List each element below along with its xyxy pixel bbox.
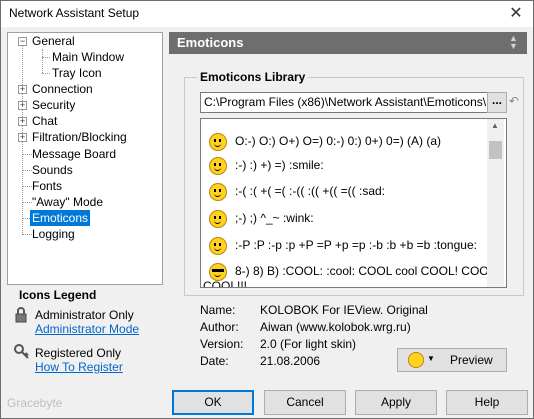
tree-item-security[interactable]: Security (32, 97, 75, 113)
library-path-input[interactable]: C:\Program Files (x86)\Network Assistant… (200, 92, 488, 113)
list-item[interactable]: ;-) ;) ^_~ :wink: (209, 207, 314, 229)
administrator-mode-link[interactable]: Administrator Mode (35, 322, 139, 336)
tree-item-filtration-blocking[interactable]: Filtration/Blocking (32, 129, 127, 145)
author-value: Aiwan (www.kolobok.wrg.ru) (260, 320, 411, 334)
watermark: Gracebyte (7, 396, 63, 410)
date-label: Date: (200, 354, 229, 368)
expand-filtration-icon[interactable]: + (18, 133, 27, 142)
expand-security-icon[interactable]: + (18, 101, 27, 110)
reset-path-icon[interactable]: ↶ (509, 94, 519, 108)
emoticon-codes: :-( :( +( =( :-(( :(( +(( =(( :sad: (235, 184, 385, 198)
browse-button[interactable]: ... (487, 92, 507, 113)
tree-item-main-window[interactable]: Main Window (52, 49, 124, 65)
settings-tree: − General Main Window Tray Icon + Connec… (7, 32, 163, 285)
key-icon (14, 344, 29, 359)
version-label: Version: (200, 337, 244, 351)
tree-item-chat[interactable]: Chat (32, 113, 57, 129)
smile-icon (209, 156, 227, 175)
collapse-arrows-icon[interactable]: ▲ ▼ (509, 34, 518, 51)
close-button[interactable]: ✕ (501, 2, 531, 26)
preview-label: Preview (450, 353, 493, 367)
chevron-down-icon[interactable]: ▼ (427, 354, 435, 363)
apply-button[interactable]: Apply (355, 390, 437, 415)
tree-item-connection[interactable]: Connection (32, 81, 93, 97)
help-button[interactable]: Help (446, 390, 528, 415)
group-title: Emoticons Library (197, 70, 309, 84)
smiley-icon (408, 352, 424, 368)
list-item[interactable]: :-P :P :-p :p +P =P +p =p :-b :b +b =b :… (209, 234, 477, 256)
tongue-smiley-icon (209, 236, 227, 255)
emoticon-codes: ;-) ;) ^_~ :wink: (235, 211, 314, 225)
legend-title: Icons Legend (19, 288, 97, 302)
cancel-button[interactable]: Cancel (264, 390, 346, 415)
emoticon-codes: :-) :) +) =) :smile: (235, 158, 324, 172)
admin-only-label: Administrator Only (35, 308, 134, 322)
tree-item-emoticons[interactable]: Emoticons (30, 210, 91, 226)
emoticon-codes: :-P :P :-p :p +P =P +p =p :-b :b +b =b :… (235, 238, 477, 252)
emoticon-codes: COOL!!! (203, 279, 248, 288)
lock-icon (15, 307, 27, 323)
list-item[interactable]: :-( :( +( =( :-(( :(( +(( =(( :sad: (209, 180, 385, 202)
name-value: KOLOBOK For IEView. Original (260, 303, 428, 317)
scroll-up-icon[interactable]: ▲ (491, 121, 499, 130)
expand-chat-icon[interactable]: + (18, 117, 27, 126)
tree-item-logging[interactable]: Logging (32, 226, 75, 242)
list-item[interactable]: 8-) 8) B) :COOL: :cool: COOL cool COOL! … (209, 260, 502, 282)
list-item[interactable]: O:-) O:) O+) O=) 0:-) 0:) 0+) 0=) (A) (a… (209, 130, 441, 152)
angel-smiley-icon (209, 132, 227, 151)
preview-button[interactable]: ▼ Preview (397, 348, 507, 372)
tree-item-fonts[interactable]: Fonts (32, 178, 62, 194)
wink-smiley-icon (209, 209, 227, 228)
registered-only-label: Registered Only (35, 346, 122, 360)
icons-legend: Icons Legend Administrator Only Administ… (7, 288, 161, 386)
ok-button[interactable]: OK (172, 390, 254, 415)
setup-window: Network Assistant Setup ✕ − General Main… (0, 0, 534, 419)
expand-connection-icon[interactable]: + (18, 85, 27, 94)
emoticon-codes: O:-) O:) O+) O=) 0:-) 0:) 0+) 0=) (A) (a… (235, 134, 442, 148)
tree-item-sounds[interactable]: Sounds (32, 162, 73, 178)
name-label: Name: (200, 303, 236, 317)
section-title: Emoticons (177, 35, 244, 50)
list-item: COOL!!! (203, 275, 248, 288)
tree-item-general[interactable]: General (32, 33, 75, 49)
section-header: Emoticons ▲ ▼ (169, 32, 527, 54)
emoticon-codes: 8-) 8) B) :COOL: :cool: COOL cool COOL! … (235, 264, 502, 278)
date-value: 21.08.2006 (260, 354, 321, 368)
title-bar: Network Assistant Setup ✕ (1, 1, 533, 27)
emoticons-list[interactable]: O:-) O:) O+) O=) 0:-) 0:) 0+) 0=) (A) (a… (200, 118, 507, 288)
list-scrollbar[interactable]: ▲ (487, 119, 504, 287)
author-label: Author: (200, 320, 239, 334)
list-item[interactable]: :-) :) +) =) :smile: (209, 154, 324, 176)
tree-item-tray-icon[interactable]: Tray Icon (52, 65, 102, 81)
tree-item-away-mode[interactable]: "Away" Mode (32, 194, 103, 210)
sad-smiley-icon (209, 182, 227, 201)
version-value: 2.0 (For light skin) (260, 337, 357, 351)
tree-item-message-board[interactable]: Message Board (32, 146, 116, 162)
collapse-general-icon[interactable]: − (18, 37, 27, 46)
window-title: Network Assistant Setup (9, 6, 140, 20)
scrollbar-thumb[interactable] (489, 141, 502, 159)
how-to-register-link[interactable]: How To Register (35, 360, 123, 374)
